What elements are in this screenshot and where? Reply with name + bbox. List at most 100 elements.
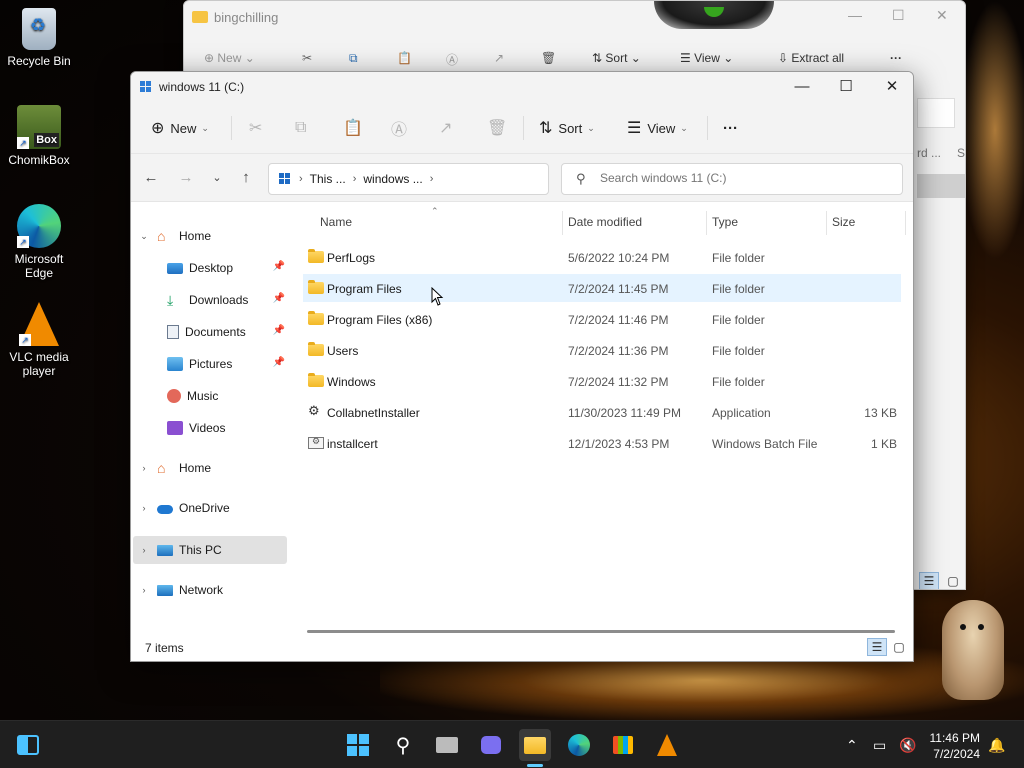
more-options-icon[interactable]: ··· bbox=[890, 51, 902, 65]
column-header-date[interactable]: Date modified bbox=[568, 215, 642, 229]
nav-item-onedrive[interactable]: › OneDrive bbox=[139, 495, 230, 521]
cut-icon[interactable]: ✂ bbox=[302, 51, 312, 65]
delete-button[interactable]: 🗑 bbox=[487, 102, 513, 154]
share-icon[interactable]: ↗ bbox=[494, 51, 504, 65]
column-header-type[interactable]: Type bbox=[712, 215, 738, 229]
network-status-icon[interactable]: ▭ bbox=[873, 721, 886, 768]
pin-icon[interactable]: 📌 bbox=[273, 325, 285, 336]
maximize-icon[interactable]: ☐ bbox=[892, 7, 905, 24]
minimize-button[interactable]: — bbox=[779, 72, 825, 102]
recent-locations-chevron-icon[interactable]: ⌄ bbox=[205, 166, 229, 190]
forward-arrow-icon[interactable]: → bbox=[174, 166, 198, 190]
breadcrumb-this-pc[interactable]: This ... bbox=[310, 172, 346, 186]
nav-item-network[interactable]: › Network bbox=[139, 577, 224, 603]
desktop-icon-edge[interactable]: ↗ Microsoft Edge bbox=[0, 204, 78, 280]
desktop-icon-label: ChomikBox bbox=[8, 153, 70, 167]
nav-item-downloads[interactable]: ⤓ Downloads 📌 bbox=[167, 287, 285, 313]
search-input[interactable] bbox=[600, 171, 890, 185]
file-row[interactable]: CollabnetInstaller 11/30/2023 11:49 PM A… bbox=[303, 398, 901, 426]
details-view-icon[interactable]: ☰ bbox=[867, 638, 887, 656]
vlc-taskbar-icon[interactable] bbox=[651, 729, 683, 761]
minimize-icon[interactable]: — bbox=[848, 7, 862, 23]
paste-icon[interactable]: 📋 bbox=[397, 51, 412, 65]
address-bar[interactable]: › This ... › windows ... › ⌄ ↻ bbox=[268, 163, 673, 195]
column-divider[interactable] bbox=[706, 211, 707, 235]
column-divider[interactable] bbox=[905, 211, 906, 235]
close-button[interactable]: ✕ bbox=[869, 72, 913, 102]
pin-icon[interactable]: 📌 bbox=[273, 293, 285, 304]
back-new-button[interactable]: ⊕ New ⌄ bbox=[204, 51, 255, 65]
nav-item-desktop[interactable]: Desktop 📌 bbox=[167, 255, 285, 281]
tiles-view-icon[interactable]: ▢ bbox=[943, 572, 963, 589]
paste-button[interactable]: 📋 bbox=[343, 102, 369, 154]
back-selected-row[interactable] bbox=[917, 174, 965, 198]
pin-icon[interactable]: 📌 bbox=[273, 357, 285, 368]
file-row[interactable]: PerfLogs 5/6/2022 10:24 PM File folder bbox=[303, 243, 901, 271]
back-column-header[interactable]: Si bbox=[957, 146, 965, 160]
breadcrumb-drive[interactable]: windows ... bbox=[363, 172, 422, 186]
column-divider[interactable] bbox=[826, 211, 827, 235]
view-button[interactable]: ☰ View ⌄ bbox=[627, 102, 688, 154]
edge-taskbar-icon[interactable] bbox=[563, 729, 595, 761]
copy-icon[interactable]: ⧉ bbox=[349, 51, 358, 66]
clock[interactable]: 11:46 PM 7/2/2024 bbox=[930, 730, 980, 762]
pin-icon[interactable]: 📌 bbox=[273, 261, 285, 272]
tiles-view-icon[interactable]: ▢ bbox=[889, 638, 909, 656]
file-row[interactable]: Program Files (x86) 7/2/2024 11:46 PM Fi… bbox=[303, 305, 901, 333]
desktop-icon-vlc[interactable]: ↗ VLC media player bbox=[0, 302, 78, 378]
extract-all-button[interactable]: ⇩ Extract all bbox=[778, 51, 844, 65]
nav-item-pictures[interactable]: Pictures 📌 bbox=[167, 351, 285, 377]
store-icon[interactable] bbox=[607, 729, 639, 761]
back-search-box[interactable] bbox=[917, 98, 955, 128]
breadcrumb-chevron-icon[interactable]: › bbox=[353, 173, 357, 185]
nav-item-videos[interactable]: Videos bbox=[167, 415, 225, 441]
column-divider[interactable] bbox=[562, 211, 563, 235]
file-row[interactable]: Windows 7/2/2024 11:32 PM File folder bbox=[303, 367, 901, 395]
share-button[interactable]: ↗ bbox=[439, 102, 458, 154]
delete-icon[interactable]: 🗑 bbox=[541, 51, 556, 65]
new-button[interactable]: ⊕ New ⌄ bbox=[151, 102, 209, 154]
nav-item-this-pc[interactable]: › This PC bbox=[139, 537, 222, 563]
start-icon[interactable] bbox=[342, 729, 374, 761]
file-explorer-window[interactable]: windows 11 (C:) — ☐ ✕ ⊕ New ⌄ ✂ ⧉ 📋 Ⓐ ↗ … bbox=[130, 71, 914, 662]
file-explorer-taskbar-icon[interactable] bbox=[519, 729, 551, 767]
nav-item-home[interactable]: ⌄ ⌂ Home bbox=[139, 223, 211, 249]
back-column-header[interactable]: rd ... bbox=[917, 146, 941, 160]
task-view-icon[interactable] bbox=[431, 729, 463, 761]
up-arrow-icon[interactable]: ↑ bbox=[234, 166, 258, 190]
copy-button[interactable]: ⧉ bbox=[295, 102, 312, 154]
more-options-button[interactable]: ··· bbox=[723, 102, 738, 154]
back-view-button[interactable]: ☰ View ⌄ bbox=[680, 51, 733, 65]
column-header-size[interactable]: Size bbox=[832, 215, 855, 229]
file-row[interactable]: Users 7/2/2024 11:36 PM File folder bbox=[303, 336, 901, 364]
rename-button[interactable]: Ⓐ bbox=[391, 102, 413, 154]
desktop-icon-label: VLC media player bbox=[9, 350, 69, 378]
desktop-icon-recycle-bin[interactable]: Recycle Bin bbox=[0, 8, 78, 68]
sort-button[interactable]: ⇅ Sort ⌄ bbox=[539, 102, 595, 154]
breadcrumb-chevron-icon[interactable]: › bbox=[299, 173, 303, 185]
column-header-name[interactable]: Name bbox=[320, 215, 352, 229]
show-hidden-icons-chevron-icon[interactable]: ⌃ bbox=[846, 721, 858, 768]
chat-icon[interactable] bbox=[475, 729, 507, 761]
rename-icon[interactable]: Ⓐ bbox=[446, 51, 458, 68]
file-name: CollabnetInstaller bbox=[327, 406, 420, 420]
search-box[interactable]: ⚲ bbox=[561, 163, 903, 195]
breadcrumb-chevron-icon[interactable]: › bbox=[430, 173, 434, 185]
volume-muted-icon[interactable]: 🔇 bbox=[899, 721, 916, 768]
nav-item-documents[interactable]: Documents 📌 bbox=[167, 319, 285, 345]
notifications-icon[interactable]: 🔔 bbox=[988, 721, 1005, 768]
desktop-icon-chomikbox[interactable]: Box ↗ ChomikBox bbox=[0, 105, 78, 167]
widgets-icon[interactable] bbox=[12, 729, 44, 761]
cut-button[interactable]: ✂ bbox=[249, 102, 268, 154]
chevron-down-icon: ⌄ bbox=[680, 122, 688, 133]
maximize-button[interactable]: ☐ bbox=[823, 72, 869, 102]
details-view-icon[interactable]: ☰ bbox=[919, 572, 939, 589]
close-icon[interactable]: ✕ bbox=[936, 7, 948, 24]
file-row[interactable]: Program Files 7/2/2024 11:45 PM File fol… bbox=[303, 274, 901, 302]
nav-item-home-2[interactable]: › ⌂ Home bbox=[139, 455, 212, 481]
file-row[interactable]: installcert 12/1/2023 4:53 PM Windows Ba… bbox=[303, 429, 901, 457]
search-icon[interactable]: ⚲ bbox=[387, 729, 419, 761]
back-arrow-icon[interactable]: ← bbox=[139, 166, 163, 190]
nav-item-music[interactable]: Music bbox=[167, 383, 218, 409]
back-sort-button[interactable]: ⇅ Sort ⌄ bbox=[592, 51, 641, 65]
